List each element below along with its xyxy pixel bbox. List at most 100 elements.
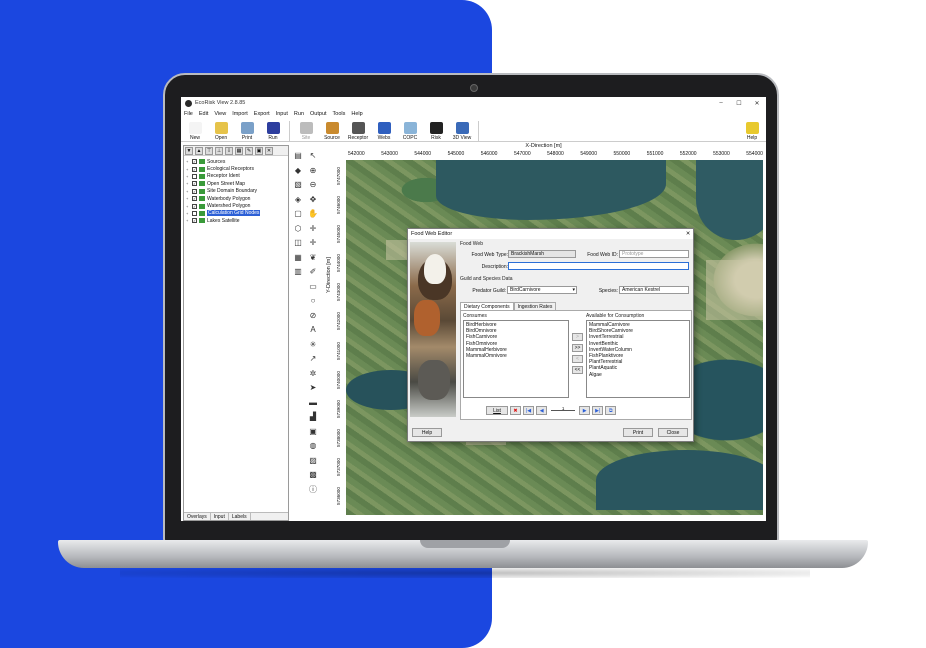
north-arrow-icon[interactable]: ➤ (308, 383, 318, 393)
close-button[interactable]: Close (658, 428, 688, 437)
risk-button[interactable]: Risk (424, 122, 448, 141)
move-all-right-button[interactable]: >> (572, 344, 583, 352)
layer-checkbox[interactable]: ✓ (192, 181, 197, 187)
layer-checkbox[interactable] (192, 173, 197, 179)
area-source-icon[interactable]: ◈ (293, 195, 303, 205)
expand-icon[interactable]: + (186, 211, 190, 216)
webs-button[interactable]: Webs (372, 122, 396, 141)
menu-output[interactable]: Output (310, 111, 327, 117)
stack-icon[interactable]: ▨ (308, 456, 318, 466)
expand-icon[interactable]: + (186, 159, 190, 164)
hand-icon[interactable]: ✋ (308, 209, 318, 219)
import-icon[interactable]: ⇩ (225, 147, 233, 155)
description-input[interactable] (508, 262, 689, 270)
copc-button[interactable]: COPC (398, 122, 422, 141)
layer-checkbox[interactable]: ✓ (192, 196, 197, 202)
list-item[interactable]: Algae (589, 372, 687, 378)
move-up-icon[interactable]: ▲ (195, 147, 203, 155)
tree-item[interactable]: + Receptor Ident (186, 173, 286, 180)
expand-icon[interactable]: + (186, 189, 190, 194)
menu-input[interactable]: Input (276, 111, 288, 117)
list-item[interactable]: MammalOmnivore (466, 353, 566, 359)
layer-icon[interactable]: ◆ (293, 166, 303, 176)
layer-checkbox[interactable]: ✓ (192, 218, 197, 224)
first-record-icon[interactable]: |◀ (523, 406, 535, 415)
info-icon[interactable]: ⓘ (308, 485, 318, 495)
node-icon[interactable]: ◫ (293, 238, 303, 248)
tab-overlays[interactable]: Overlays (184, 513, 211, 520)
layer-checkbox[interactable] (192, 210, 197, 216)
freeform-icon[interactable]: ⊘ (308, 311, 318, 321)
layer-checkbox[interactable]: ✓ (192, 203, 197, 209)
food-web-type-field[interactable]: BrackishMarsh (508, 250, 576, 258)
minimize-button[interactable]: – (712, 100, 730, 106)
polygon-icon[interactable]: ⬡ (293, 224, 303, 234)
site-button[interactable]: Site (294, 122, 318, 141)
food-web-id-field[interactable]: Prototype (619, 250, 689, 258)
consumes-list[interactable]: BirdHerbivore BirdOmnivore FishCarnivore Fi… (463, 320, 569, 398)
zoom-extents-icon[interactable]: ▤ (293, 151, 303, 161)
collapse-icon[interactable]: ▼ (185, 147, 193, 155)
scale-bar-icon[interactable]: ▬ (308, 398, 318, 408)
menu-run[interactable]: Run (294, 111, 304, 117)
tree-item[interactable]: + ✓ Ecological Receptors (186, 165, 286, 172)
rectangle-icon[interactable]: ▭ (308, 282, 318, 292)
tree-item[interactable]: + ✓ Watershed Polygon (186, 202, 286, 209)
tree-item[interactable]: + Calculation Grid Nodes (186, 210, 286, 217)
eraser-icon[interactable]: ✐ (308, 267, 318, 277)
remove-overlay-icon[interactable]: ✕ (265, 147, 273, 155)
3d-view-button[interactable]: 3D View (450, 122, 474, 141)
menu-view[interactable]: View (214, 111, 226, 117)
compass-icon[interactable]: ✲ (308, 369, 318, 379)
move-icon[interactable]: ✛ (308, 224, 318, 234)
dialog-close-icon[interactable]: ✕ (683, 231, 693, 237)
building-icon[interactable]: ▟ (308, 412, 318, 422)
record-slider[interactable]: 1 (549, 406, 577, 415)
new-button[interactable]: New (183, 122, 207, 141)
frame-icon[interactable]: ▣ (308, 427, 318, 437)
tab-input[interactable]: Input (211, 513, 229, 520)
move-right-button[interactable]: > (572, 333, 583, 341)
bird-icon[interactable]: ❦ (308, 253, 318, 263)
layer-up-icon[interactable]: ⊤ (205, 147, 213, 155)
menu-import[interactable]: Import (232, 111, 248, 117)
overlay-properties-icon[interactable]: ▦ (235, 147, 243, 155)
line-icon[interactable]: ↗ (308, 354, 318, 364)
layer-checkbox[interactable]: ✓ (192, 166, 197, 172)
expand-icon[interactable]: + (186, 204, 190, 209)
pan-icon[interactable]: ✥ (308, 195, 318, 205)
close-window-button[interactable]: ✕ (748, 100, 766, 107)
table-icon[interactable]: ▥ (293, 267, 303, 277)
crosshair-icon[interactable]: ✛ (308, 238, 318, 248)
tree-item[interactable]: + ✓ Site Domain Boundary (186, 188, 286, 195)
run-button[interactable]: Run (261, 122, 285, 141)
menu-edit[interactable]: Edit (199, 111, 208, 117)
zoom-in-icon[interactable]: ⊕ (308, 166, 318, 176)
available-list[interactable]: MammalCarnivore BirdShoreCarnivore InvertT… (586, 320, 690, 398)
menu-tools[interactable]: Tools (333, 111, 346, 117)
help-button[interactable]: Help (412, 428, 442, 437)
print-button[interactable]: Print (235, 122, 259, 141)
globe-icon[interactable]: ◍ (308, 441, 318, 451)
layer-checkbox[interactable]: ✓ (192, 188, 197, 194)
copy-record-icon[interactable]: ⧉ (605, 406, 617, 415)
tree-item[interactable]: + ✓ Sources (186, 158, 286, 165)
point-icon[interactable]: ✳ (308, 340, 318, 350)
open-overlay-icon[interactable]: ▣ (255, 147, 263, 155)
next-record-icon[interactable]: ▶ (579, 406, 591, 415)
tree-item[interactable]: + ✓ Lakes Satellite (186, 217, 286, 224)
expand-icon[interactable]: + (186, 181, 190, 186)
receptor-button[interactable]: Receptor (346, 122, 370, 141)
menu-file[interactable]: File (184, 111, 193, 117)
source-area-icon[interactable]: ▧ (293, 180, 303, 190)
grid-icon[interactable]: ▦ (293, 253, 303, 263)
list-button[interactable]: List (486, 406, 508, 415)
tab-labels[interactable]: Labels (229, 513, 251, 520)
pointer-icon[interactable]: ↖ (308, 151, 318, 161)
previous-record-icon[interactable]: ◀ (536, 406, 548, 415)
open-button[interactable]: Open (209, 122, 233, 141)
help-button[interactable]: Help (740, 122, 764, 141)
menu-help[interactable]: Help (351, 111, 362, 117)
move-all-left-button[interactable]: << (572, 366, 583, 374)
circle-icon[interactable]: ○ (308, 296, 318, 306)
